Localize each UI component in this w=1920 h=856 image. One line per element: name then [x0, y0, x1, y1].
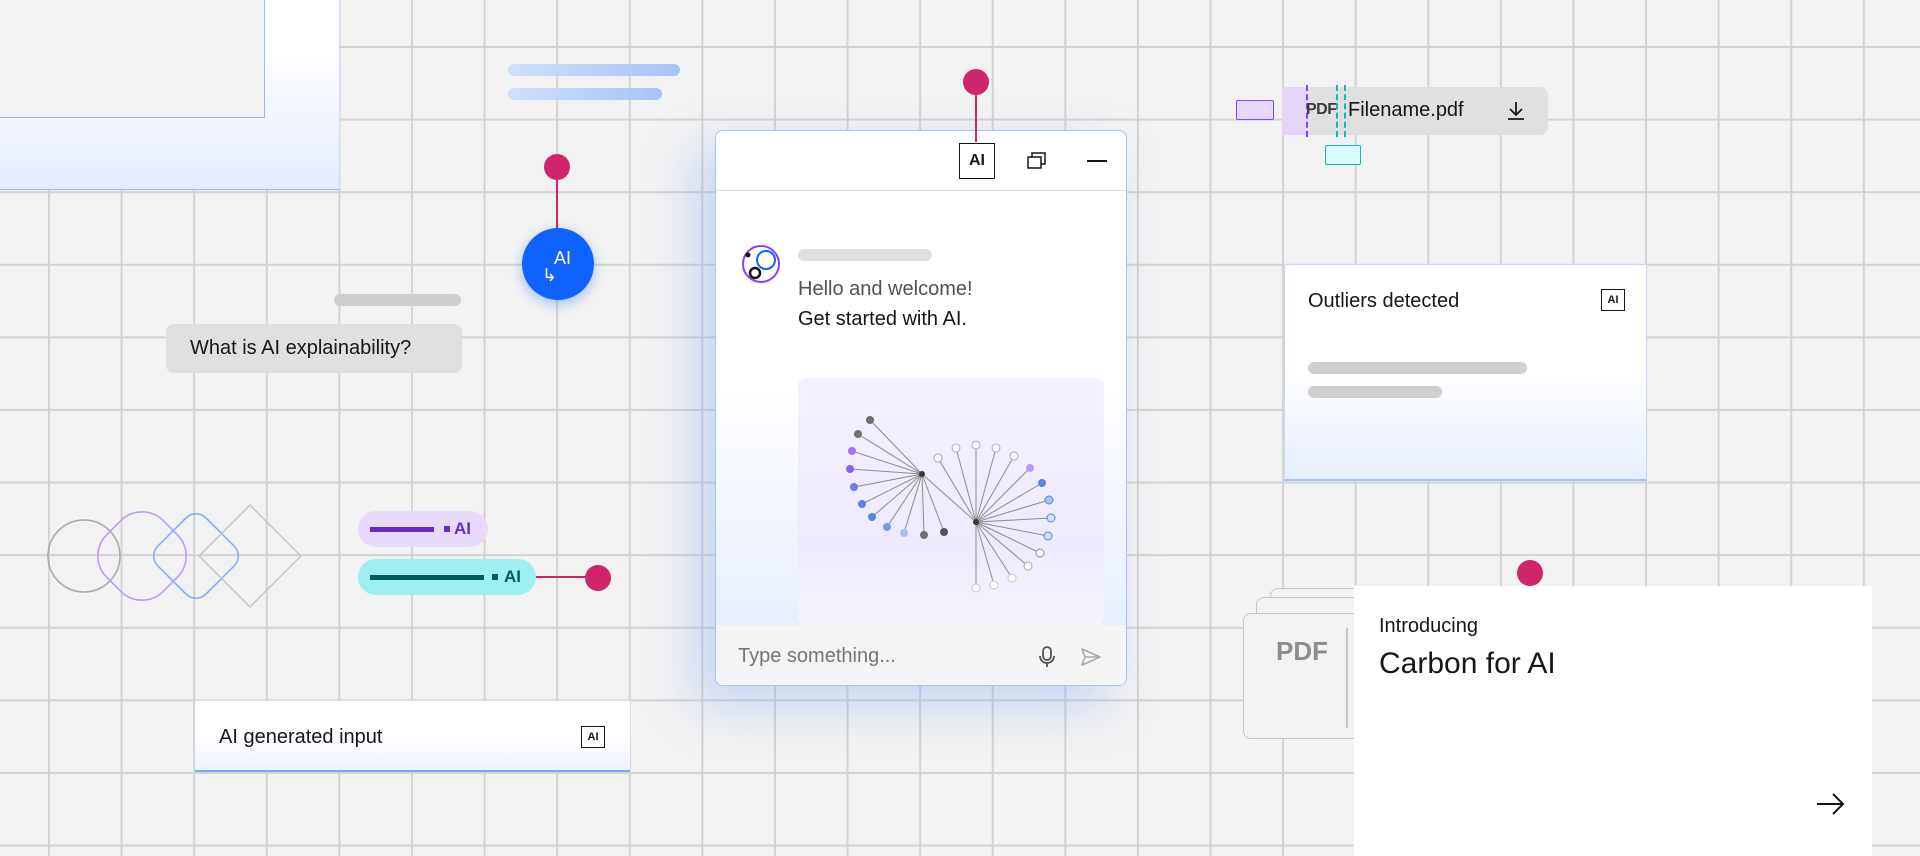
sender-skeleton	[798, 249, 932, 261]
microphone-icon[interactable]	[1037, 645, 1057, 669]
file-chip-filename: Filename.pdf	[1348, 99, 1464, 121]
ai-tag-purple: AI	[358, 511, 488, 547]
chat-greeting-line1: Hello and welcome!	[798, 278, 973, 300]
ai-launch-button[interactable]: ↳ AI	[522, 228, 594, 300]
outliers-skeleton-1	[1308, 362, 1527, 374]
diamond-shape	[198, 504, 302, 608]
promo-title: Carbon for AI	[1379, 647, 1556, 680]
pin-line	[556, 170, 558, 232]
gradient-skeleton-bar-1	[508, 64, 680, 76]
chat-input-area	[716, 625, 1126, 685]
dendrogram-visualization	[846, 416, 1056, 593]
ai-generated-input[interactable]: AI generated input AI	[195, 700, 630, 772]
outliers-ai-badge[interactable]: AI	[1601, 289, 1625, 311]
ai-input-label: AI generated input	[219, 726, 383, 748]
chat-pin-line	[975, 90, 977, 142]
ai-tag-purple-label: AI	[454, 519, 471, 538]
question-text: What is AI explainability?	[190, 337, 412, 359]
ai-input-ai-badge[interactable]: AI	[581, 726, 605, 748]
send-icon[interactable]	[1080, 646, 1102, 668]
circle-shape	[47, 519, 121, 593]
chat-header: AI	[716, 131, 1126, 191]
file-chip[interactable]: PDF Filename.pdf	[1282, 85, 1548, 137]
pdf-stack-divider	[1346, 628, 1348, 728]
tag-pin-line	[536, 576, 588, 578]
file-chip-highlight	[1282, 87, 1306, 135]
question-bubble[interactable]: What is AI explainability?	[166, 324, 462, 373]
ai-tag-teal-dot	[492, 574, 498, 580]
shapes-illustration	[47, 504, 302, 608]
annotation-teal-marker	[1325, 145, 1361, 165]
minimize-icon[interactable]	[1087, 160, 1107, 162]
arrow-right-icon[interactable]	[1814, 788, 1846, 820]
promo-eyebrow: Introducing	[1379, 615, 1478, 637]
ai-launch-label: AI	[554, 248, 572, 268]
question-skeleton	[334, 294, 461, 306]
download-icon[interactable]	[1504, 99, 1528, 123]
tag-pin-dot	[585, 565, 611, 591]
file-chip-guide-teal	[1336, 85, 1346, 137]
ai-tag-teal-label: AI	[504, 567, 521, 586]
promo-pin-dot	[1517, 560, 1543, 586]
outliers-card-title: Outliers detected	[1308, 290, 1460, 312]
promo-card[interactable]: Introducing Carbon for AI	[1354, 586, 1872, 856]
top-left-card	[0, 0, 340, 190]
pdf-stack-label: PDF	[1276, 636, 1328, 666]
chat-greeting-line2: Get started with AI.	[798, 308, 967, 330]
expand-window-icon[interactable]	[1025, 149, 1049, 173]
ai-tag-purple-bar	[370, 527, 434, 532]
pdf-file-icon: PDF	[1306, 101, 1337, 118]
ai-tag-teal: AI	[358, 559, 536, 595]
top-left-card-inner	[0, 0, 265, 118]
ai-tag-teal-bar	[370, 575, 484, 580]
annotation-purple-marker	[1236, 100, 1274, 120]
chat-body: Hello and welcome! Get started with AI.	[716, 192, 1126, 625]
outliers-card[interactable]: Outliers detected AI	[1284, 264, 1647, 481]
gradient-skeleton-bar-2	[508, 88, 662, 100]
ai-tag-purple-dot	[444, 526, 450, 532]
ai-avatar-icon	[740, 243, 782, 285]
chat-ai-badge[interactable]: AI	[959, 143, 995, 179]
chat-window: AI Hello and welcome! Get started with A…	[715, 130, 1127, 686]
rounded-square-shape-blue	[152, 512, 240, 600]
visualization-card	[798, 378, 1104, 625]
chat-text-input[interactable]	[736, 637, 1016, 675]
rounded-square-shape-purple	[97, 511, 187, 601]
outliers-skeleton-2	[1308, 386, 1442, 398]
